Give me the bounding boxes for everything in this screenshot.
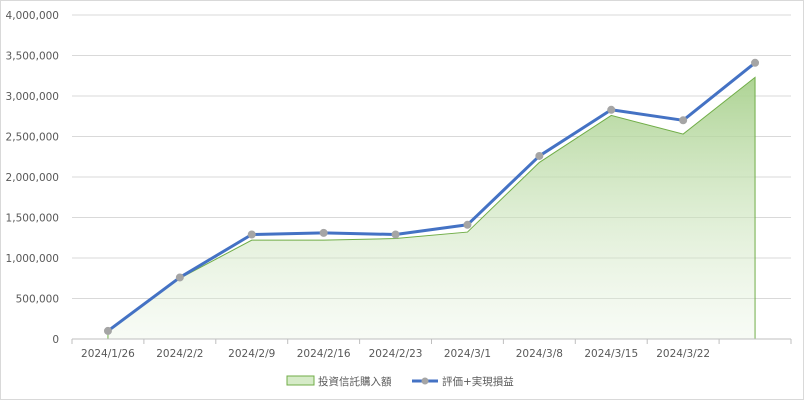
x-tick-label: 2024/3/8 <box>516 348 563 360</box>
line-series-point <box>463 220 472 229</box>
line-series-point <box>103 326 112 335</box>
x-tick-label: 2024/2/9 <box>228 348 275 360</box>
line-series-point <box>391 230 400 239</box>
legend: 投資信託購入額 評価+実現損益 <box>286 375 514 388</box>
y-tick-label: 1,000,000 <box>6 253 59 265</box>
line-series-point <box>535 151 544 160</box>
x-tick-label: 2024/2/23 <box>369 348 423 360</box>
x-tick-label: 2024/3/15 <box>584 348 638 360</box>
line-series-point <box>751 58 760 67</box>
y-tick-label: 0 <box>52 334 59 346</box>
legend-swatch-marker <box>421 377 429 385</box>
chart-frame: 0 500,000 1,000,000 1,500,000 2,000,000 2,500… <box>0 0 804 400</box>
y-tick-label: 500,000 <box>16 294 59 306</box>
legend-label-line: 評価+実現損益 <box>442 375 514 388</box>
line-series-point <box>607 105 616 114</box>
legend-label-area: 投資信託購入額 <box>318 375 392 388</box>
y-tick-label: 2,500,000 <box>6 132 59 144</box>
x-tick-label: 2024/2/2 <box>156 348 203 360</box>
x-tick-label: 2024/2/16 <box>297 348 351 360</box>
line-series-point <box>679 116 688 125</box>
y-tick-label: 4,000,000 <box>6 10 59 22</box>
line-series-point <box>175 273 184 282</box>
y-tick-label: 3,000,000 <box>6 91 59 103</box>
y-tick-label: 2,000,000 <box>6 172 59 184</box>
x-tick-label: 2024/3/22 <box>656 348 710 360</box>
legend-swatch-area <box>286 375 315 386</box>
x-tick-label: 2024/1/26 <box>81 348 135 360</box>
line-series-point <box>247 230 256 239</box>
line-series-point <box>319 228 328 237</box>
x-tick-label: 2024/3/1 <box>444 348 491 360</box>
y-tick-label: 1,500,000 <box>6 213 59 225</box>
line-area-chart: 0 500,000 1,000,000 1,500,000 2,000,000 2,500… <box>6 10 792 388</box>
y-tick-label: 3,500,000 <box>6 51 59 63</box>
